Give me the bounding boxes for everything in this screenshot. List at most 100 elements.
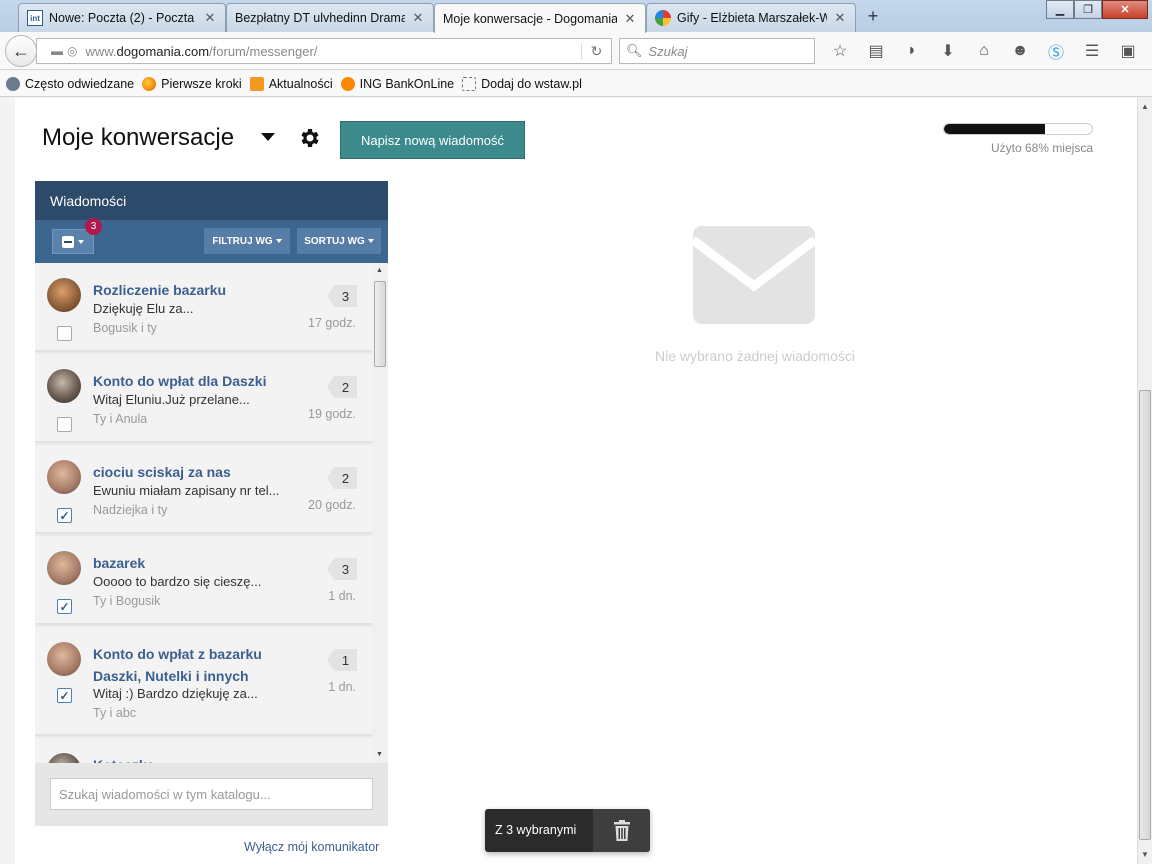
conversation-checkbox[interactable]: ✓ <box>57 599 72 614</box>
avatar[interactable] <box>47 753 81 763</box>
list-scrollbar-thumb[interactable] <box>374 281 386 367</box>
scroll-down-icon[interactable]: ▼ <box>376 751 383 758</box>
url-domain: dogomania.com <box>116 43 210 59</box>
tab-title: Gify - Elżbieta Marszałek-W... <box>677 11 827 25</box>
tab-gify[interactable]: Gify - Elżbieta Marszałek-W... ✕ <box>646 3 856 32</box>
url-bar[interactable]: ▬ ◎ www.dogomania.com/forum/messenger/ ↻ <box>36 38 612 64</box>
avatar[interactable] <box>47 369 81 403</box>
conversation-title[interactable]: Konto do wpłat z bazarku Daszki, Nutelki… <box>93 643 298 687</box>
storage-quota-bar <box>943 123 1093 135</box>
conversation-participants: Ty i abc <box>93 706 137 720</box>
conversation-title[interactable]: Rozliczenie bazarku <box>93 279 298 301</box>
conversation-title[interactable]: Konto do wpłat dla Daszki <box>93 370 298 392</box>
bookmark-star-icon[interactable]: ☆ <box>822 38 858 64</box>
sort-label: SORTUJ WG <box>304 235 365 247</box>
conversation-time: 1 dn. <box>328 680 356 694</box>
filter-button[interactable]: FILTRUJ WG <box>204 228 290 254</box>
firefox-icon <box>142 76 157 91</box>
scroll-up-icon[interactable]: ▲ <box>376 267 383 274</box>
globe-icon[interactable]: ◎ <box>67 44 77 58</box>
navigation-bar: ← ▬ ◎ www.dogomania.com/forum/messenger/… <box>0 32 1152 70</box>
turn-off-messenger-link[interactable]: Wyłącz mój komunikator <box>244 840 379 854</box>
menu-icon[interactable]: ☰ <box>1074 38 1110 64</box>
conversation-list: Rozliczenie bazarku Dziękuję Elu za... B… <box>35 263 372 763</box>
chat-icon[interactable]: ☻ <box>1002 38 1038 64</box>
conversation-checkbox[interactable]: ✓ <box>57 688 72 703</box>
conversation-item[interactable]: Konto do wpłat dla Daszki Witaj Eluniu.J… <box>35 354 372 443</box>
gear-icon <box>6 76 20 91</box>
avatar[interactable] <box>47 551 81 585</box>
close-icon[interactable]: ✕ <box>833 10 847 26</box>
page-scrollbar-thumb[interactable] <box>1139 390 1151 840</box>
sort-button[interactable]: SORTUJ WG <box>297 228 381 254</box>
bookmark-label: ING BankOnLine <box>359 76 455 91</box>
conversation-time: 20 godz. <box>308 498 356 512</box>
bookmark-label: Pierwsze kroki <box>161 76 242 91</box>
tab-title: Nowe: Poczta (2) - Poczta ... <box>49 11 197 25</box>
bookmark-dodaj-wstaw[interactable]: Dodaj do wstaw.pl <box>462 76 582 91</box>
scroll-down-icon[interactable]: ▼ <box>1141 850 1149 859</box>
new-message-button[interactable]: Napisz nową wiadomość <box>340 121 525 159</box>
bookmark-aktualnosci[interactable]: Aktualności <box>249 76 333 91</box>
page-scrollbar[interactable]: ▲ ▼ <box>1137 98 1152 864</box>
tab-moje-konwersacje[interactable]: Moje konwersacje - Dogomania ✕ <box>434 3 646 33</box>
close-icon[interactable]: ✕ <box>203 10 217 26</box>
minimize-icon[interactable]: ▁ <box>1046 0 1074 19</box>
conversation-title[interactable]: Koteczka <box>93 754 298 763</box>
pocket-icon[interactable]: ◗ <box>894 38 930 64</box>
reader-icon[interactable]: ▬ <box>51 44 63 58</box>
avatar[interactable] <box>47 460 81 494</box>
tab-poczta[interactable]: int Nowe: Poczta (2) - Poczta ... ✕ <box>18 3 226 32</box>
conversation-item[interactable]: Koteczka <box>35 738 372 763</box>
conversation-snippet: Witaj Eluniu.Już przelane... <box>93 392 250 407</box>
bookmarks-list-icon[interactable]: ▤ <box>858 38 894 64</box>
conversation-time: 19 godz. <box>308 407 356 421</box>
envelope-icon <box>693 226 815 324</box>
extension-icon[interactable]: ▣ <box>1110 38 1146 64</box>
window-controls: ▁ ❐ ✕ <box>1046 0 1148 19</box>
conversation-checkbox[interactable] <box>57 417 72 432</box>
avatar[interactable] <box>47 642 81 676</box>
conversation-item[interactable]: bazarek Ooooo to bardzo się cieszę... Ty… <box>35 536 372 625</box>
window-close-icon[interactable]: ✕ <box>1102 0 1148 19</box>
conversation-checkbox[interactable]: ✓ <box>57 508 72 523</box>
scroll-up-icon[interactable]: ▲ <box>1141 102 1149 111</box>
storage-quota-text: Użyto 68% miejsca <box>990 141 1093 155</box>
conversation-participants: Ty i Anula <box>93 412 148 426</box>
list-scrollbar[interactable]: ▲ ▼ <box>372 263 388 763</box>
conversation-snippet: Ooooo to bardzo się cieszę... <box>93 574 262 589</box>
new-tab-button[interactable]: + <box>862 6 884 26</box>
delete-selected-button[interactable] <box>593 809 650 852</box>
gear-icon[interactable] <box>297 126 321 150</box>
caret-down-icon[interactable] <box>261 133 275 141</box>
skype-icon[interactable]: Ⓢ <box>1038 38 1074 64</box>
url-text[interactable]: www.dogomania.com/forum/messenger/ <box>85 44 581 59</box>
bookmark-ing[interactable]: ING BankOnLine <box>340 76 455 91</box>
conversation-title[interactable]: ciociu sciskaj za nas <box>93 461 298 483</box>
message-count: 2 <box>327 376 357 398</box>
conversation-item[interactable]: ciociu sciskaj za nas Ewuniu miałam zapi… <box>35 445 372 534</box>
conversation-item[interactable]: Konto do wpłat z bazarku Daszki, Nutelki… <box>35 627 372 736</box>
tab-title: Bezpłatny DT ulvhedinn Drama... <box>235 11 405 25</box>
search-messages-input[interactable] <box>50 778 373 810</box>
bookmark-pierwsze-kroki[interactable]: Pierwsze kroki <box>142 76 242 91</box>
conversation-item[interactable]: Rozliczenie bazarku Dziękuję Elu za... B… <box>35 263 372 352</box>
browser-search-input[interactable]: 🔍︎ Szukaj <box>619 38 815 64</box>
avatar[interactable] <box>47 278 81 312</box>
home-icon[interactable]: ⌂ <box>966 38 1002 64</box>
bulk-action-bar: Z 3 wybranymi <box>485 809 650 852</box>
conversation-title[interactable]: bazarek <box>93 552 298 574</box>
conversation-checkbox[interactable] <box>57 326 72 341</box>
restore-icon[interactable]: ❐ <box>1074 0 1102 19</box>
download-icon[interactable]: ⬇ <box>930 38 966 64</box>
back-arrow-icon[interactable]: ← <box>5 35 37 67</box>
selected-count-badge: 3 <box>85 218 102 235</box>
reload-icon[interactable]: ↻ <box>581 42 611 60</box>
trash-icon <box>613 819 630 841</box>
messages-panel: Wiadomości 3 FILTRUJ WG SORTUJ WG Rozlic… <box>35 181 388 826</box>
close-icon[interactable]: ✕ <box>623 11 637 27</box>
tab-bezplatny-dt[interactable]: Bezpłatny DT ulvhedinn Drama... ✕ <box>226 3 434 32</box>
close-icon[interactable]: ✕ <box>411 10 425 26</box>
chevron-down-icon <box>275 239 282 243</box>
bookmark-czesto-odwiedzane[interactable]: Często odwiedzane <box>6 76 134 91</box>
